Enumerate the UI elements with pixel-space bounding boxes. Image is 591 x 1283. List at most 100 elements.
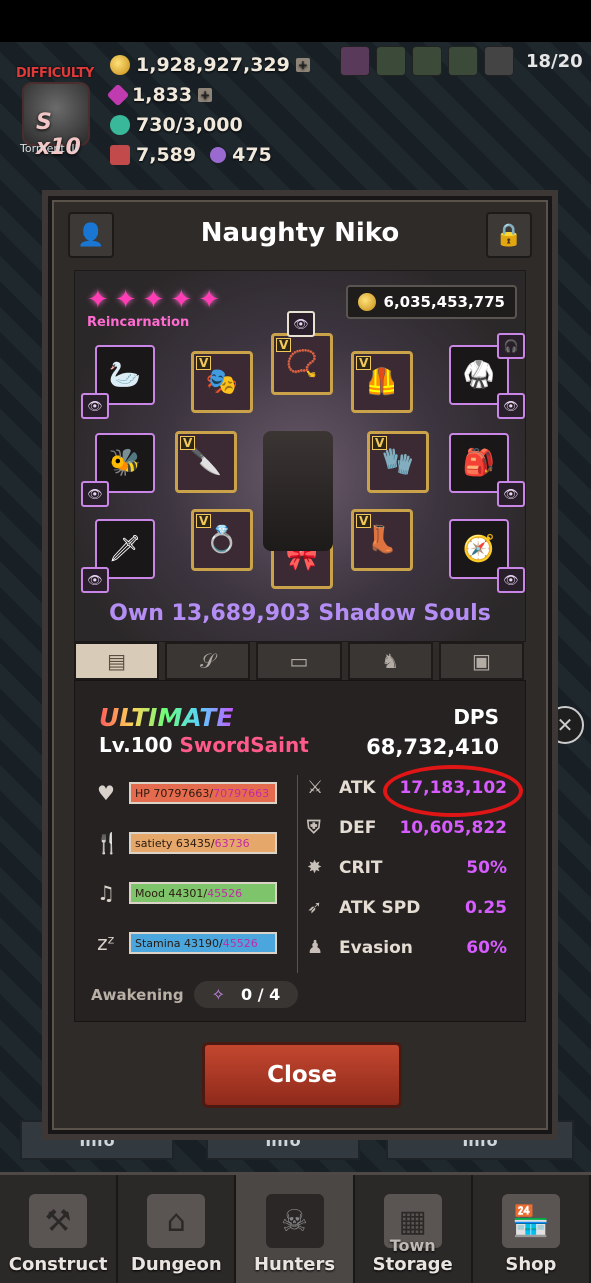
ticket-value: 7,589	[136, 144, 197, 166]
clipboard-icon[interactable]	[484, 46, 514, 76]
heart-icon: ♥	[97, 781, 115, 805]
nav-dungeon[interactable]: ⌂ Dungeon	[118, 1175, 237, 1283]
stat-atk-spd-value: 0.25	[465, 897, 507, 918]
stats-divider	[297, 775, 298, 973]
nav-dungeon-label: Dungeon	[130, 1254, 222, 1275]
eye-icon[interactable]: 👁	[497, 393, 525, 419]
nav-construct[interactable]: ⚒ Construct	[0, 1175, 119, 1283]
satiety-bar-label: satiety 63435/	[135, 836, 215, 850]
sword-icon: ⚔	[307, 777, 324, 798]
gem-value: 1,833	[132, 84, 193, 106]
gold-value: 1,928,927,329	[136, 54, 290, 76]
gem-icon	[106, 83, 130, 107]
equip-slot-helmet[interactable]: V 🎭	[191, 351, 253, 413]
hp-bar: HP 70797663/70797663	[129, 782, 277, 804]
add-gold-icon[interactable]: +	[295, 58, 310, 72]
nav-shop[interactable]: 🏪 Shop	[473, 1175, 591, 1283]
essence-icon	[110, 115, 130, 135]
tab-info[interactable]: ▤	[74, 642, 160, 680]
stamina-bar: Stamina 43190/45526	[129, 932, 277, 954]
detail-tabs: ▤ 𝒮 ▭ ♞ ▣	[74, 642, 525, 680]
gold-coin-icon	[110, 55, 130, 75]
hunter-gold-box: 6,035,453,775	[345, 285, 517, 319]
tab-skills[interactable]: 𝒮	[165, 642, 251, 680]
nav-storage[interactable]: ▦ Town Storage	[355, 1175, 473, 1283]
gold-coin-icon	[357, 293, 376, 311]
tab-inventory[interactable]: ▣	[438, 642, 525, 680]
headphones-icon[interactable]: 🎧	[497, 333, 525, 359]
reincarnation-label: Reincarnation	[87, 315, 190, 330]
orc-face-icon[interactable]	[376, 46, 406, 76]
gift-icon[interactable]	[412, 46, 442, 76]
gem-counter: 1,833 +	[106, 83, 213, 107]
tab-book[interactable]: ▭	[256, 642, 342, 680]
equip-slot-ring[interactable]: V 💍	[191, 509, 253, 571]
eye-icon[interactable]: 👁	[497, 481, 525, 507]
equip-slot-gloves[interactable]: V 🧤	[367, 431, 429, 493]
demon-face-icon: ☠	[265, 1194, 324, 1248]
population-count: 18/20	[526, 50, 583, 72]
stamina-bar-max: 45526	[222, 936, 258, 950]
level-class: Lv.100 SwordSaint	[99, 733, 309, 757]
dungeon-gate-icon: ⌂	[147, 1194, 206, 1248]
mood-bar-max: 45526	[207, 886, 243, 900]
nav-hunters[interactable]: ☠ Hunters	[236, 1175, 355, 1283]
satiety-bar: satiety 63435/63736	[129, 832, 277, 854]
eye-icon[interactable]: 👁	[81, 567, 109, 593]
equip-slot-weapon[interactable]: V 🔪	[175, 431, 237, 493]
stat-def: ⛨ DEF 10,605,822	[307, 817, 507, 838]
mood-bar: Mood 44301/45526	[129, 882, 277, 904]
crystal-cluster-icon: ✧	[211, 985, 225, 1004]
difficulty-badge[interactable]: DIFFICULTY S x10 Torment III	[14, 66, 98, 160]
equip-slot-boots[interactable]: V 👢	[351, 509, 413, 571]
portal-icon[interactable]	[340, 46, 370, 76]
awakening-box[interactable]: ✧ 0 / 4	[193, 981, 299, 1008]
crystal-value: 475	[232, 144, 272, 166]
level-value: Lv.100	[99, 733, 173, 757]
stat-atk-spd-name: ATK SPD	[339, 897, 421, 918]
hunter-sprite	[263, 431, 333, 551]
eye-icon[interactable]: 👁	[81, 393, 109, 419]
eye-icon[interactable]: 👁	[81, 481, 109, 507]
awakening-row: Awakening ✧ 0 / 4	[91, 981, 299, 1008]
wing-boot-icon: ➶	[307, 897, 323, 918]
burst-icon: ✸	[307, 857, 323, 878]
stat-crit-name: CRIT	[339, 857, 383, 878]
essence-counter: 730/3,000	[110, 114, 243, 136]
stamina-bar-row: zᶻ Stamina 43190/45526	[95, 931, 277, 955]
hp-bar-max: 70797663	[213, 786, 270, 800]
difficulty-label: DIFFICULTY	[16, 66, 94, 81]
bottom-nav: ⚒ Construct ⌂ Dungeon ☠ Hunters ▦ Town S…	[0, 1172, 591, 1283]
nav-shop-label: Shop	[505, 1254, 557, 1275]
class-name: SwordSaint	[179, 733, 309, 757]
lock-icon[interactable]: 🔒	[486, 212, 532, 258]
nav-storage-overlay: Town	[389, 1236, 436, 1255]
fork-knife-icon: 🍴	[95, 831, 120, 855]
add-gem-icon[interactable]: +	[198, 88, 213, 102]
atk-highlight-circle	[383, 765, 523, 817]
hunter-gold-value: 6,035,453,775	[383, 293, 505, 311]
dps-value: 68,732,410	[366, 735, 499, 759]
shop-stall-icon: 🏪	[501, 1194, 560, 1248]
close-button[interactable]: Close	[202, 1042, 402, 1108]
equip-slot-chest[interactable]: V 🦺	[351, 351, 413, 413]
grade-label: ULTIMATE	[99, 703, 234, 732]
crystal-icon	[210, 147, 227, 163]
chest-icon[interactable]	[448, 46, 478, 76]
equip-slot-necklace[interactable]: V 📿	[271, 333, 333, 395]
hp-bar-label: HP 70797663/	[135, 786, 214, 800]
awakening-label: Awakening	[91, 985, 184, 1004]
stat-crit-value: 50%	[466, 857, 507, 878]
reincarnation-stars: ✦ ✦ ✦ ✦ ✦	[87, 287, 220, 313]
eye-icon[interactable]: 👁	[287, 311, 315, 337]
shadow-souls-text: Own 13,689,903 Shadow Souls	[109, 601, 491, 626]
status-bar	[0, 0, 591, 42]
satiety-bar-row: 🍴 satiety 63435/63736	[95, 831, 277, 855]
eye-icon[interactable]: 👁	[497, 567, 525, 593]
difficulty-name: Torment III	[20, 142, 78, 155]
stat-evasion: ♟ Evasion 60%	[307, 937, 507, 958]
dodge-icon: ♟	[307, 937, 324, 958]
mood-bar-label: Mood 44301/	[135, 886, 208, 900]
tab-mount[interactable]: ♞	[347, 642, 433, 680]
star-icon: ✦	[142, 285, 165, 315]
